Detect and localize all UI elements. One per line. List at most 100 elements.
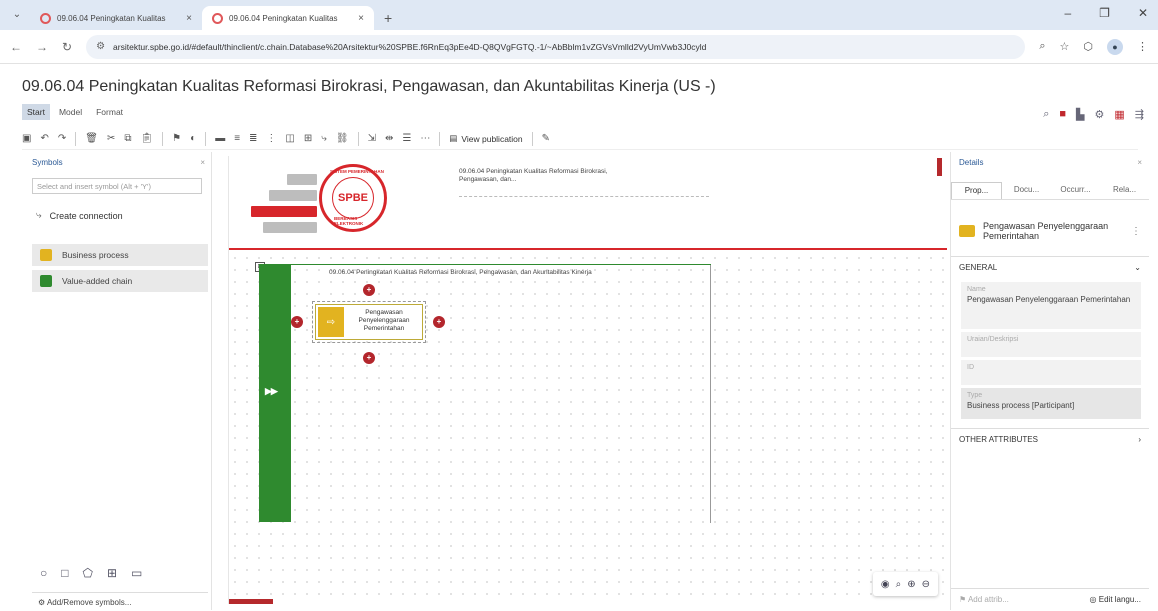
- value-added-chain-frame[interactable]: [291, 264, 711, 523]
- tab-properties[interactable]: Prop...: [951, 182, 1002, 199]
- details-panel-title: Details: [959, 158, 984, 167]
- symbols-panel-icon[interactable]: ■: [1059, 108, 1066, 121]
- circle-shape-icon[interactable]: ○: [40, 566, 47, 580]
- back-arrow-icon[interactable]: ←: [10, 40, 22, 54]
- undo-icon[interactable]: ↶: [40, 133, 48, 144]
- navigation-icon[interactable]: ⇶: [1135, 108, 1144, 121]
- align-center-icon[interactable]: ≣: [249, 133, 257, 144]
- minimize-icon[interactable]: –: [1064, 6, 1071, 20]
- square-shape-icon[interactable]: □: [61, 566, 68, 580]
- tab-model[interactable]: Model: [54, 104, 87, 120]
- group-icon[interactable]: ⊞: [304, 133, 312, 144]
- restore-icon[interactable]: ❐: [1099, 6, 1110, 20]
- symbol-value-added-chain[interactable]: Value-added chain: [32, 270, 208, 292]
- divider: [162, 131, 164, 146]
- tab-documents[interactable]: Docu...: [1002, 182, 1051, 199]
- name-field[interactable]: Name Pengawasan Penyelenggaraan Pemerint…: [961, 282, 1141, 330]
- add-attribute-button[interactable]: ⚑ Add attrib...: [959, 595, 1009, 604]
- tab-format[interactable]: Format: [91, 104, 128, 120]
- copy-icon[interactable]: ⧉: [124, 133, 131, 144]
- horizontal-scrollbar[interactable]: [229, 599, 273, 604]
- view-publication-button[interactable]: ▤ View publication: [449, 133, 522, 144]
- paste-icon[interactable]: 📋︎: [140, 133, 153, 144]
- url-field[interactable]: ⚙ arsitektur.spbe.go.id/#default/thincli…: [86, 34, 1026, 59]
- add-remove-symbols-link[interactable]: ⚙ Add/Remove symbols...: [32, 592, 208, 610]
- zoom-in-icon[interactable]: ⊕: [907, 579, 915, 590]
- connect-handle-bottom[interactable]: +: [363, 352, 375, 364]
- line-color-icon[interactable]: ▬: [215, 133, 225, 144]
- redo-icon[interactable]: ↷: [58, 133, 66, 144]
- search-icon[interactable]: ⌕: [1043, 108, 1049, 121]
- connect-handle-top[interactable]: +: [363, 284, 375, 296]
- view-publication-label: View publication: [461, 133, 523, 144]
- cut-icon[interactable]: ✂: [107, 133, 115, 144]
- symbol-business-process[interactable]: Business process: [32, 244, 208, 266]
- tab-relations[interactable]: Rela...: [1100, 182, 1149, 199]
- zoom-fit-icon[interactable]: ⌕: [896, 579, 902, 590]
- chart-icon[interactable]: ▙: [1076, 108, 1084, 121]
- extensions-icon[interactable]: ⬡: [1083, 40, 1093, 53]
- fill-color-icon[interactable]: ◐: [190, 133, 196, 144]
- tab-occurrences[interactable]: Occurr...: [1051, 182, 1100, 199]
- description-field[interactable]: Uraian/Deskripsi: [961, 332, 1141, 358]
- close-panel-icon[interactable]: ×: [1137, 158, 1142, 167]
- url-text: arsitektur.spbe.go.id/#default/thinclien…: [113, 41, 707, 52]
- reload-icon[interactable]: ↻: [62, 40, 72, 54]
- forward-arrow-icon[interactable]: →: [36, 40, 48, 54]
- more-format-icon[interactable]: ⋯: [420, 133, 430, 144]
- link-icon[interactable]: ⛓: [336, 133, 349, 144]
- format-painter-icon[interactable]: ⚑: [172, 133, 181, 144]
- tab-list-chevron-icon[interactable]: ⌄: [10, 9, 24, 23]
- connection-icon: ⤷: [36, 210, 42, 221]
- connector-icon[interactable]: ⤷: [321, 133, 327, 144]
- create-connection-button[interactable]: ⤷ Create connection: [36, 210, 123, 221]
- browser-tab-1[interactable]: 09.06.04 Peningkatan Kualitas ×: [30, 6, 202, 30]
- size-icon[interactable]: ⇲: [368, 133, 376, 144]
- close-window-icon[interactable]: ✕: [1138, 6, 1148, 20]
- comment-icon[interactable]: ✎: [542, 133, 550, 144]
- close-panel-icon[interactable]: ×: [200, 158, 205, 167]
- model-canvas[interactable]: SISTEM PEMERINTAHAN SPBE BERBASIS ELEKTR…: [228, 156, 947, 604]
- spacing-icon[interactable]: ⇹: [385, 133, 393, 144]
- zoom-icon[interactable]: ⌕: [1039, 40, 1045, 53]
- site-info-icon[interactable]: ⚙: [96, 41, 105, 52]
- settings-icon: ⚙: [38, 598, 46, 607]
- edit-language-label: Edit langu...: [1098, 595, 1141, 604]
- tab-start[interactable]: Start: [22, 104, 50, 120]
- pentagon-shape-icon[interactable]: ⬠: [83, 566, 93, 580]
- close-tab-icon[interactable]: ×: [186, 13, 192, 24]
- distribute-icon[interactable]: ⋮: [266, 133, 276, 144]
- other-attributes-section[interactable]: OTHER ATTRIBUTES ›: [951, 428, 1149, 450]
- connect-handle-left[interactable]: +: [291, 316, 303, 328]
- text-align-icon[interactable]: ☰: [402, 133, 411, 144]
- details-tabs: Prop... Docu... Occurr... Rela...: [951, 182, 1149, 200]
- calendar-icon[interactable]: ▦: [1114, 108, 1124, 121]
- business-process-shape[interactable]: ⇨ Pengawasan Penyelenggaraan Pemerintaha…: [312, 301, 426, 343]
- table-shape-icon[interactable]: ⊞: [107, 566, 117, 580]
- general-section-header[interactable]: GENERAL ⌄: [951, 256, 1149, 278]
- image-shape-icon[interactable]: ▭: [131, 566, 142, 580]
- eye-icon[interactable]: ◉: [881, 579, 890, 590]
- header-model-title: 09.06.04 Peningkatan Kualitas Reformasi …: [459, 168, 608, 183]
- vertical-scrollbar[interactable]: [937, 158, 942, 176]
- bookmark-star-icon[interactable]: ☆: [1060, 40, 1070, 53]
- edit-language-button[interactable]: ◎ Edit langu...: [1090, 595, 1141, 604]
- delete-icon[interactable]: 🗑︎: [85, 133, 98, 144]
- id-field[interactable]: ID: [961, 360, 1141, 386]
- align-left-icon[interactable]: ≡: [234, 133, 240, 144]
- connect-handle-right[interactable]: +: [433, 316, 445, 328]
- new-tab-plus-icon[interactable]: +: [374, 10, 402, 30]
- profile-avatar-icon[interactable]: ●: [1107, 38, 1123, 55]
- business-process-icon: [959, 225, 975, 237]
- arrange-icon[interactable]: ◫: [285, 133, 294, 144]
- properties-icon[interactable]: ⚙: [1095, 108, 1105, 121]
- browser-menu-icon[interactable]: ⋮: [1137, 40, 1148, 53]
- save-icon[interactable]: ▣: [22, 133, 31, 144]
- close-tab-icon[interactable]: ×: [358, 13, 364, 24]
- more-options-icon[interactable]: ⋮: [1131, 226, 1141, 237]
- browser-tab-2[interactable]: 09.06.04 Peningkatan Kualitas ×: [202, 6, 374, 30]
- symbol-search-input[interactable]: Select and insert symbol (Alt + 'Y'): [32, 178, 202, 194]
- zoom-out-icon[interactable]: ⊖: [922, 579, 930, 590]
- details-panel: Details × Prop... Docu... Occurr... Rela…: [950, 152, 1149, 610]
- zoom-toolbar: ◉ ⌕ ⊕ ⊖: [872, 572, 938, 596]
